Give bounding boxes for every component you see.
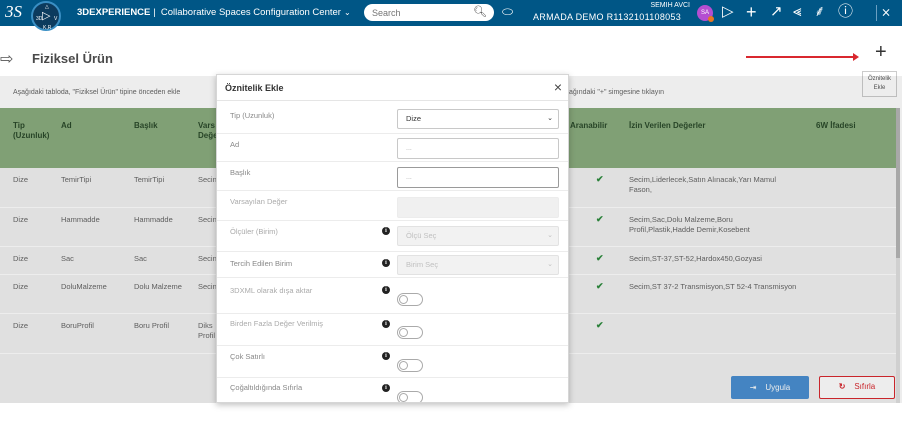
- tip-label: Tip (Uzunluk): [230, 111, 275, 120]
- info-icon[interactable]: i: [382, 259, 390, 267]
- search-icon[interactable]: 🔍︎: [473, 5, 487, 18]
- field-tercih: Tercih Edilen Birim i Birim Seç ⌄: [217, 252, 568, 278]
- info-icon[interactable]: i: [382, 320, 390, 328]
- toggle-knob: [399, 393, 408, 402]
- annotation-arrow: [746, 53, 859, 61]
- tip-value: Dize: [406, 114, 422, 123]
- menu-icon[interactable]: ⇨: [0, 49, 13, 69]
- olcu-value: Ölçü Seç: [406, 231, 437, 240]
- field-cok: Çok Satırlı i: [217, 346, 568, 378]
- cogaltildi-toggle[interactable]: [397, 391, 423, 402]
- toolbar-divider: [876, 5, 877, 21]
- field-olcu: Ölçüler (Birim) i Ölçü Seç ⌄: [217, 221, 568, 252]
- ad-input[interactable]: ...: [397, 138, 559, 159]
- share-icon[interactable]: ↗: [770, 3, 783, 21]
- play-icon: ▷: [42, 10, 51, 22]
- field-3dxml: 3DXML olarak dışa aktar i: [217, 278, 568, 314]
- birden-toggle[interactable]: [397, 326, 423, 339]
- field-cogaltildi: Çoğaltıldığında Sıfırla i: [217, 378, 568, 402]
- xml-toggle[interactable]: [397, 293, 423, 306]
- brand-name: 3DEXPERIENCE: [77, 7, 151, 18]
- search-box[interactable]: 🔍︎: [364, 4, 494, 21]
- cok-label: Çok Satırlı: [230, 352, 266, 361]
- chevron-down-icon[interactable]: ⌄: [344, 8, 351, 17]
- varsayilan-label: Varsayılan Değer: [230, 197, 288, 206]
- field-birden: Birden Fazla Değer Verilmiş i: [217, 314, 568, 346]
- add-attribute-dialog: Öznitelik Ekle × Tip (Uzunluk) Dize ⌄ Ad …: [216, 74, 569, 403]
- info-icon[interactable]: i: [382, 286, 390, 294]
- network-icon[interactable]: ⪡: [793, 3, 801, 21]
- avatar[interactable]: SA: [697, 5, 714, 22]
- top-bar: 3S △ 3D ▷ V K,R 3DEXPERIENCE | Collaborati…: [0, 0, 902, 31]
- dialog-header: Öznitelik Ekle ×: [217, 75, 568, 101]
- cogaltildi-label: Çoğaltıldığında Sıfırla: [230, 383, 303, 392]
- close-icon[interactable]: ×: [554, 79, 562, 95]
- add-icon[interactable]: +: [746, 3, 757, 21]
- field-varsayilan: Varsayılan Değer: [217, 191, 568, 221]
- page-header: ⇨ Fiziksel Ürün +: [0, 26, 902, 76]
- search-input[interactable]: [372, 6, 462, 19]
- tercih-select: Birim Seç ⌄: [397, 255, 559, 275]
- field-baslik: Başlık ...: [217, 162, 568, 191]
- user-name: SEMIH AVCI: [650, 2, 690, 9]
- info-icon[interactable]: i: [382, 227, 390, 235]
- toggle-knob: [399, 361, 408, 370]
- brand-separator: |: [153, 7, 156, 18]
- tag-icon[interactable]: ⬭: [502, 4, 513, 20]
- baslik-label: Başlık: [230, 168, 251, 177]
- tercih-label: Tercih Edilen Birim: [230, 259, 293, 268]
- tenant-name[interactable]: ARMADA DEMO R1132101108053: [533, 12, 681, 22]
- tools-icon[interactable]: ⸙: [814, 3, 825, 21]
- birden-label: Birden Fazla Değer Verilmiş: [230, 319, 323, 328]
- chevron-down-icon: ⌄: [547, 115, 553, 122]
- info-icon[interactable]: i: [382, 352, 390, 360]
- info-icon[interactable]: i: [382, 384, 390, 392]
- avatar-initials: SA: [700, 10, 709, 16]
- field-tip: Tip (Uzunluk) Dize ⌄: [217, 103, 568, 134]
- toggle-knob: [399, 295, 408, 304]
- cok-toggle[interactable]: [397, 359, 423, 372]
- baslik-input[interactable]: ...: [397, 167, 559, 188]
- olcu-label: Ölçüler (Birim): [230, 227, 278, 236]
- chevron-down-icon: ⌄: [547, 261, 553, 268]
- ad-label: Ad: [230, 140, 240, 149]
- dialog-title: Öznitelik Ekle: [225, 83, 284, 93]
- tip-select[interactable]: Dize ⌄: [397, 109, 559, 129]
- tercih-value: Birim Seç: [406, 260, 439, 269]
- app-brand[interactable]: 3DEXPERIENCE | Collaborative Spaces Config…: [77, 7, 351, 18]
- chevron-down-icon: ⌄: [547, 232, 553, 239]
- play-outline-icon[interactable]: ▷: [722, 3, 734, 21]
- page-title: Fiziksel Ürün: [32, 51, 113, 66]
- help-icon[interactable]: ⓘ: [838, 3, 853, 21]
- compact-icon[interactable]: ⨯: [881, 3, 891, 21]
- app-name: Collaborative Spaces Configuration Cente…: [160, 7, 341, 18]
- toggle-knob: [399, 328, 408, 337]
- field-ad: Ad ...: [217, 134, 568, 162]
- status-dot: [708, 16, 714, 22]
- xml-label: 3DXML olarak dışa aktar: [230, 286, 313, 295]
- add-attribute-button[interactable]: +: [875, 42, 887, 62]
- varsayilan-input: [397, 197, 559, 218]
- compass-right: V: [54, 16, 58, 22]
- ds-logo[interactable]: 3S: [5, 2, 22, 22]
- olcu-select: Ölçü Seç ⌄: [397, 226, 559, 246]
